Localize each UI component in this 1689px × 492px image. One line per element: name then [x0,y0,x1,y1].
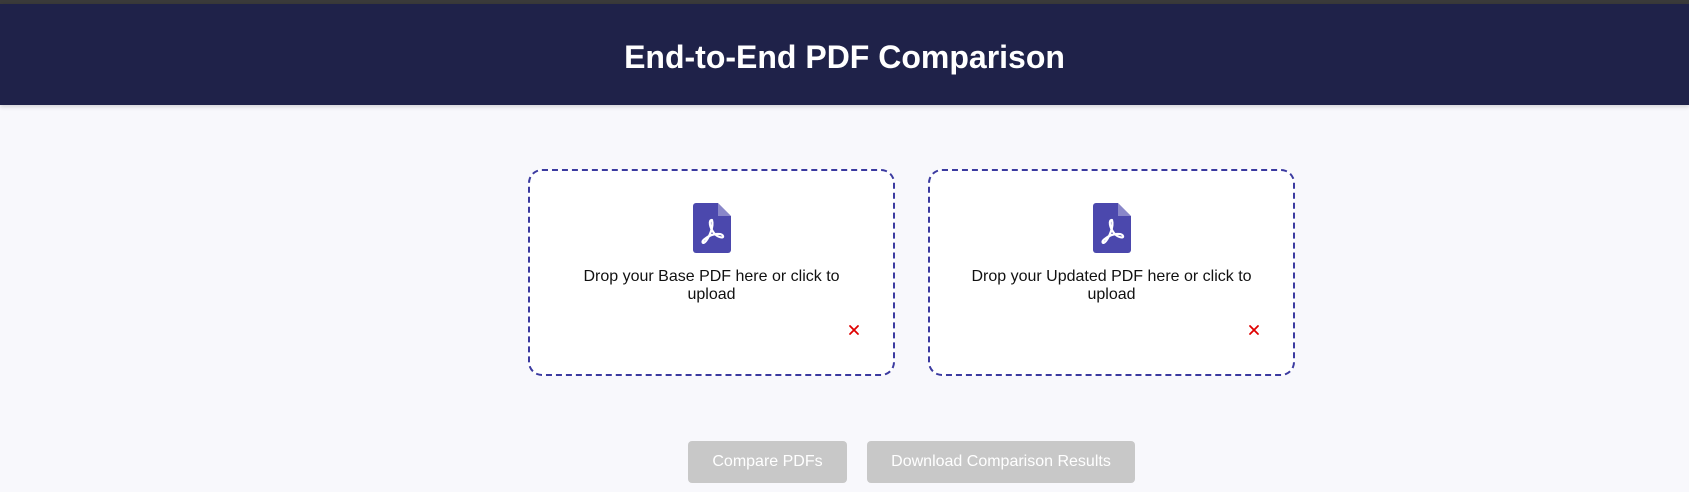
download-results-button[interactable]: Download Comparison Results [867,441,1135,483]
base-pdf-dropzone-label: Drop your Base PDF here or click to uplo… [583,268,840,303]
close-icon[interactable] [848,324,860,336]
updated-pdf-dropzone[interactable]: Drop your Updated PDF here or click to u… [928,169,1295,376]
pdf-file-icon [692,203,731,253]
base-pdf-dropzone[interactable]: Drop your Base PDF here or click to uplo… [528,169,895,376]
updated-pdf-dropzone-label: Drop your Updated PDF here or click to u… [971,268,1252,303]
app-header: End-to-End PDF Comparison [0,4,1689,105]
close-icon[interactable] [1248,324,1260,336]
compare-pdfs-button[interactable]: Compare PDFs [688,441,847,483]
page-title: End-to-End PDF Comparison [624,39,1065,75]
pdf-file-icon [1092,203,1131,253]
